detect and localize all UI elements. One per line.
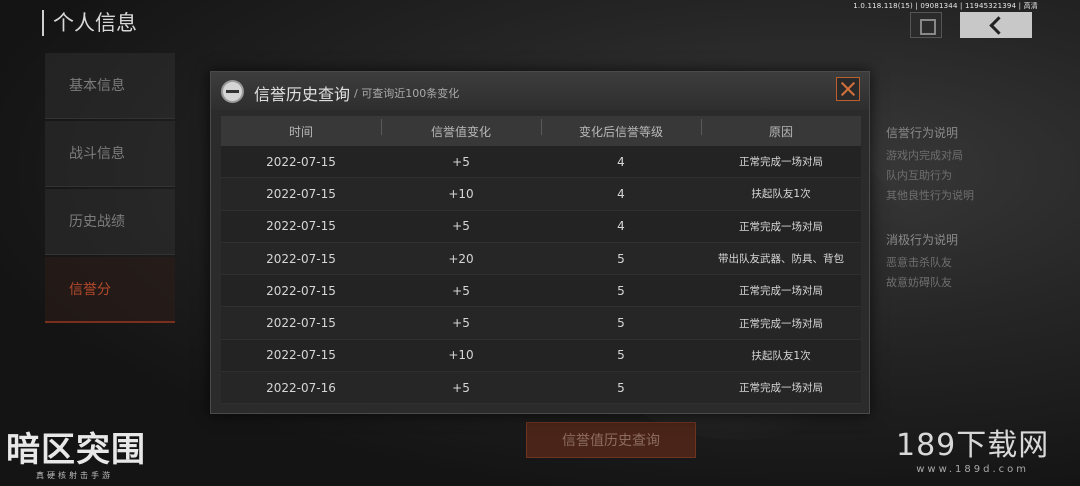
cell-level: 4 (617, 219, 625, 234)
table-row: 2022-07-15 +5 5 正常完成一场对局 (221, 307, 861, 340)
cell-change: +5 (452, 283, 470, 298)
cell-date: 2022-07-15 (266, 186, 336, 201)
cell-change: +5 (452, 219, 470, 234)
cell-reason: 扶起队友1次 (751, 188, 811, 201)
watermark-title: 189下载网 (896, 428, 1050, 463)
table-row: 2022-07-15 +20 5 带出队友武器、防具、背包 (221, 242, 861, 276)
cell-change: +20 (448, 251, 474, 266)
table-row: 2022-07-15 +5 4 正常完成一场对局 (221, 146, 861, 179)
watermark: 189下载网 www.189d.com (896, 420, 1049, 475)
cell-reason: 带出队友武器、防具、背包 (718, 253, 844, 266)
cell-change: +5 (452, 316, 470, 331)
modal-header: 信誉历史查询 / 可查询近100条变化 (211, 72, 869, 110)
square-icon-button[interactable] (910, 12, 942, 38)
build-info: 1.0.118.118(15) | 09081344 | 11945321394… (853, 2, 1038, 10)
cell-level: 5 (617, 380, 625, 395)
cell-reason: 正常完成一场对局 (739, 285, 823, 298)
cell-reason: 正常完成一场对局 (739, 156, 823, 169)
cell-reason: 正常完成一场对局 (739, 220, 823, 233)
cell-date: 2022-07-15 (266, 348, 336, 363)
modal-subtitle: / 可查询近100条变化 (354, 87, 460, 100)
sidebar-item-credit-score[interactable]: 信誉分 (45, 257, 175, 323)
credit-history-query-button[interactable]: 信誉值历史查询 (526, 422, 696, 458)
column-header-time: 时间 (288, 124, 313, 139)
sidebar-item-basic-info[interactable]: 基本信息 (45, 53, 175, 119)
modal-title: 信誉历史查询 (254, 85, 351, 104)
cell-reason: 正常完成一场对局 (739, 317, 823, 330)
credit-info-panel: 信誉行为说明 游戏内完成对局 队内互助行为 其他良性行为说明 消极行为说明 恶意… (886, 124, 1006, 294)
close-icon[interactable] (836, 77, 860, 101)
cell-level: 5 (617, 251, 625, 266)
back-button[interactable] (960, 12, 1032, 38)
cell-change: +10 (448, 348, 474, 363)
table-row: 2022-07-15 +5 5 正常完成一场对局 (221, 275, 861, 308)
logo-subtitle: 真硬核射击手游 (36, 471, 113, 480)
watermark-url: www.189d.com (916, 464, 1030, 475)
table-row: 2022-07-15 +10 4 扶起队友1次 (221, 178, 861, 211)
section-line: 游戏内完成对局 (886, 149, 963, 162)
section-heading: 消极行为说明 (886, 233, 959, 247)
cell-level: 5 (617, 348, 625, 363)
page-title: 个人信息 (42, 10, 137, 36)
cell-level: 5 (617, 283, 625, 298)
column-header-reason: 原因 (701, 118, 861, 140)
table-body: 2022-07-15 +5 4 正常完成一场对局 2022-07-15 +10 … (221, 146, 861, 405)
game-logo: 暗区突围 真硬核射击手游 (6, 430, 166, 486)
table-header: 时间 信誉值变化 变化后信誉等级 原因 (221, 116, 861, 146)
cell-level: 4 (617, 154, 625, 169)
table-row: 2022-07-16 +5 5 正常完成一场对局 (221, 372, 861, 405)
section-line: 其他良性行为说明 (886, 189, 974, 202)
section-line: 故意妨碍队友 (886, 276, 952, 289)
cell-date: 2022-07-16 (266, 380, 336, 395)
cell-level: 4 (617, 186, 625, 201)
section-heading: 信誉行为说明 (886, 126, 959, 140)
credit-history-modal: 信誉历史查询 / 可查询近100条变化 时间 信誉值变化 变化后信誉等级 原因 … (210, 71, 870, 414)
cell-level: 5 (617, 316, 625, 331)
cell-change: +5 (452, 154, 470, 169)
cell-date: 2022-07-15 (266, 283, 336, 298)
cell-change: +5 (452, 380, 470, 395)
table-row: 2022-07-15 +10 5 扶起队友1次 (221, 339, 861, 373)
cell-change: +10 (448, 186, 474, 201)
column-header-level: 变化后信誉等级 (541, 118, 701, 140)
sidebar-item-history[interactable]: 历史战绩 (45, 189, 175, 255)
sidebar: 基本信息 战斗信息 历史战绩 信誉分 (45, 53, 175, 325)
cell-date: 2022-07-15 (266, 154, 336, 169)
table-row: 2022-07-15 +5 4 正常完成一场对局 (221, 210, 861, 243)
sidebar-item-battle-info[interactable]: 战斗信息 (45, 121, 175, 187)
credit-history-table: 时间 信誉值变化 变化后信誉等级 原因 2022-07-15 +5 4 正常完成… (221, 116, 861, 405)
cell-date: 2022-07-15 (266, 219, 336, 234)
cell-reason: 扶起队友1次 (751, 349, 811, 362)
column-header-change: 信誉值变化 (381, 118, 541, 140)
section-line: 恶意击杀队友 (886, 256, 952, 269)
cell-date: 2022-07-15 (266, 316, 336, 331)
cell-date: 2022-07-15 (266, 251, 336, 266)
logo-title: 暗区突围 (6, 430, 146, 470)
cell-reason: 正常完成一场对局 (739, 382, 823, 395)
game-emblem-icon (221, 80, 244, 103)
section-line: 队内互助行为 (886, 169, 952, 182)
